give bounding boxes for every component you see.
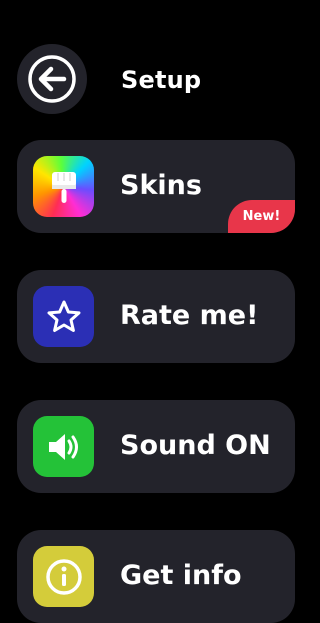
info-label: Get info (120, 560, 242, 591)
speaker-icon (33, 416, 94, 477)
page-title: Setup (121, 66, 202, 94)
new-badge: New! (228, 200, 295, 233)
header: Setup (0, 0, 312, 120)
sound-toggle[interactable]: Sound ON (17, 400, 295, 493)
star-icon (33, 286, 94, 347)
info-icon (33, 546, 94, 607)
info-button[interactable]: Get info (17, 530, 295, 623)
skins-label: Skins (120, 170, 202, 201)
skins-button[interactable]: Skins New! (17, 140, 295, 233)
paint-brush-icon (33, 156, 94, 217)
sound-label: Sound ON (120, 430, 271, 461)
rate-label: Rate me! (120, 300, 259, 331)
rate-button[interactable]: Rate me! (17, 270, 295, 363)
arrow-left-icon (28, 55, 76, 103)
back-button[interactable] (17, 44, 87, 114)
